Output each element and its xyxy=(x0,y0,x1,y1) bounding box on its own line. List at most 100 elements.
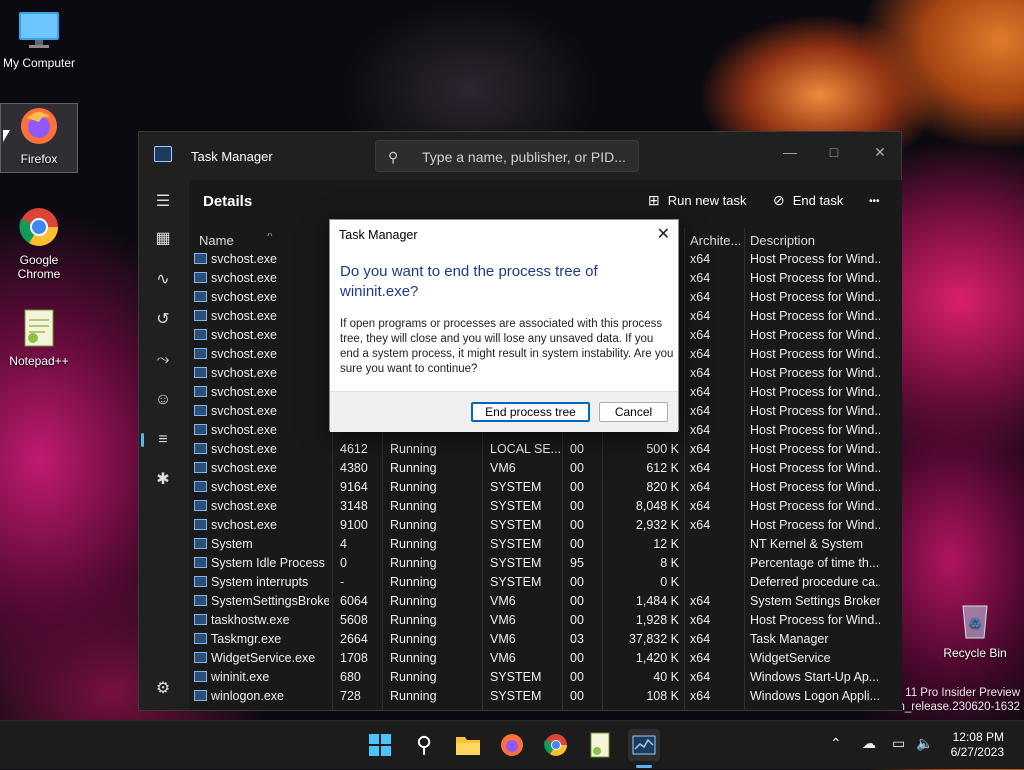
cell-pid: 1708 xyxy=(340,651,368,665)
table-row[interactable]: taskhostw.exe 5608 Running VM6 00 1,928 K x64 H… xyxy=(189,611,886,630)
cell-arch: x64 xyxy=(690,328,711,342)
sort-ascending-icon: ˄ xyxy=(267,233,273,240)
table-row[interactable]: System interrupts - Running SYSTEM 00 0 K Defe… xyxy=(189,573,886,592)
firefox-taskbar-icon[interactable] xyxy=(496,729,528,761)
table-row[interactable]: svchost.exe 4612 Running LOCAL SE... 00 500 K… xyxy=(189,440,886,459)
cell-mem: 0 K xyxy=(660,575,679,589)
cell-arch: x64 xyxy=(690,309,711,323)
end-task-button[interactable]: ⊘ End task xyxy=(773,192,843,209)
cell-desc: Host Process for Wind... xyxy=(750,518,880,532)
cell-user: VM6 xyxy=(490,651,516,665)
cell-name: svchost.exe xyxy=(211,423,278,437)
start-button-windows-icon[interactable] xyxy=(364,729,396,761)
column-header-name[interactable]: Name ˄ xyxy=(199,233,329,248)
cell-desc: System Settings Broker xyxy=(750,594,880,608)
system-clock[interactable]: 12:08 PM 6/27/2023 xyxy=(951,730,1004,760)
performance-icon[interactable]: ∿ xyxy=(147,264,179,296)
cell-desc: Host Process for Wind... xyxy=(750,385,880,399)
table-row[interactable]: svchost.exe 3148 Running SYSTEM 00 8,048 K x64… xyxy=(189,497,886,516)
cell-cpu: 00 xyxy=(570,670,584,684)
settings-gear-icon[interactable]: ⚙ xyxy=(147,673,179,705)
table-row[interactable]: System 4 Running SYSTEM 00 12 K NT Kernel & Sy… xyxy=(189,535,886,554)
process-icon xyxy=(194,614,207,625)
cell-desc: Host Process for Wind... xyxy=(750,328,880,342)
cell-desc: Host Process for Wind... xyxy=(750,461,880,475)
search-box[interactable]: ⚲ xyxy=(375,140,639,172)
cell-arch: x64 xyxy=(690,347,711,361)
more-options-button[interactable]: ••• xyxy=(869,196,880,207)
process-icon xyxy=(194,405,207,416)
processes-icon[interactable]: ▦ xyxy=(147,223,179,255)
hamburger-menu-icon[interactable]: ☰ xyxy=(147,186,179,218)
column-header-description[interactable]: Description xyxy=(750,233,880,248)
cell-desc: WidgetService xyxy=(750,651,831,665)
search-input[interactable] xyxy=(420,147,634,167)
network-offline-icon[interactable]: ☁ xyxy=(862,735,876,752)
search-icon[interactable]: ⚲ xyxy=(408,729,440,761)
cell-status: Running xyxy=(390,575,437,589)
desktop-icon-recycle-bin[interactable]: ♻ Recycle Bin xyxy=(937,598,1013,660)
cell-arch: x64 xyxy=(690,271,711,285)
cell-pid: 680 xyxy=(340,670,361,684)
minimize-button[interactable]: — xyxy=(767,138,813,166)
cell-status: Running xyxy=(390,537,437,551)
table-row[interactable]: svchost.exe 9164 Running SYSTEM 00 820 K x64 Ho… xyxy=(189,478,886,497)
table-row[interactable]: System Idle Process 0 Running SYSTEM 95 8 K Pe… xyxy=(189,554,886,573)
cell-name: svchost.exe xyxy=(211,290,278,304)
cell-name: System Idle Process xyxy=(211,556,325,570)
services-icon[interactable]: ✱ xyxy=(147,464,179,496)
dialog-message: If open programs or processes are associ… xyxy=(340,318,674,375)
file-explorer-icon[interactable] xyxy=(452,729,484,761)
desktop-icon-notepad-plus-plus[interactable]: Notepad++ xyxy=(1,306,77,368)
process-icon xyxy=(194,690,207,701)
desktop-icon-firefox[interactable]: Firefox xyxy=(0,103,78,173)
column-header-architecture[interactable]: Archite... xyxy=(690,233,746,248)
desktop-icon-my-computer[interactable]: My Computer xyxy=(1,8,77,70)
cell-user: LOCAL SE... xyxy=(490,442,560,456)
title-bar[interactable]: Task Manager ⚲ — □ ✕ xyxy=(139,132,901,180)
table-row[interactable]: Taskmgr.exe 2664 Running VM6 03 37,832 K x64 Ta… xyxy=(189,630,886,649)
cell-pid: 5608 xyxy=(340,613,368,627)
close-button[interactable]: ✕ xyxy=(857,138,903,166)
cancel-button[interactable]: Cancel xyxy=(599,402,668,422)
table-row[interactable]: WidgetService.exe 1708 Running VM6 00 1,420 K… xyxy=(189,649,886,668)
column-header-label: Name xyxy=(199,233,234,248)
run-new-task-label: Run new task xyxy=(667,193,747,208)
end-process-tree-button[interactable]: End process tree xyxy=(471,402,590,422)
cell-mem: 37,832 K xyxy=(628,632,679,646)
details-icon[interactable]: ≡ xyxy=(141,424,179,456)
run-new-task-button[interactable]: ⊞ Run new task xyxy=(648,192,747,209)
cell-mem: 108 K xyxy=(646,689,679,703)
process-icon xyxy=(194,481,207,492)
display-icon[interactable]: ▭ xyxy=(892,735,905,752)
table-row[interactable]: svchost.exe 4380 Running VM6 00 612 K x64 Host … xyxy=(189,459,886,478)
table-row[interactable]: wininit.exe 680 Running SYSTEM 00 40 K x64 Wind… xyxy=(189,668,886,687)
table-row[interactable]: winlogon.exe 728 Running SYSTEM 00 108 K x64 Wi… xyxy=(189,687,886,706)
users-icon[interactable]: ☺ xyxy=(147,384,179,416)
cell-cpu: 00 xyxy=(570,480,584,494)
startup-apps-icon[interactable]: ⤳ xyxy=(147,344,179,376)
monitor-icon xyxy=(17,8,61,52)
chrome-taskbar-icon[interactable] xyxy=(540,729,572,761)
task-manager-taskbar-icon[interactable] xyxy=(628,729,660,761)
cell-status: Running xyxy=(390,670,437,684)
end-process-tree-dialog: Task Manager ✕ Do you want to end the pr… xyxy=(329,219,679,432)
cell-cpu: 00 xyxy=(570,518,584,532)
table-row[interactable]: SystemSettingsBroke... 6064 Running VM6 00 1,… xyxy=(189,592,886,611)
cell-name: svchost.exe xyxy=(211,271,278,285)
notepad-plus-plus-taskbar-icon[interactable] xyxy=(584,729,616,761)
show-hidden-icons-chevron-icon[interactable]: ⌃ xyxy=(830,735,842,752)
cell-name: svchost.exe xyxy=(211,347,278,361)
clock-time: 12:08 PM xyxy=(952,730,1004,744)
dialog-close-icon[interactable]: ✕ xyxy=(657,224,670,244)
volume-icon[interactable]: 🔈 xyxy=(916,735,933,752)
process-icon xyxy=(194,348,207,359)
process-icon xyxy=(194,253,207,264)
cell-pid: 0 xyxy=(340,556,347,570)
app-history-icon[interactable]: ↺ xyxy=(147,304,179,336)
cell-cpu: 00 xyxy=(570,613,584,627)
table-row[interactable]: svchost.exe 9100 Running SYSTEM 00 2,932 K x64… xyxy=(189,516,886,535)
maximize-button[interactable]: □ xyxy=(811,138,857,166)
desktop-icon-google-chrome[interactable]: Google Chrome xyxy=(1,205,77,281)
process-icon xyxy=(194,557,207,568)
